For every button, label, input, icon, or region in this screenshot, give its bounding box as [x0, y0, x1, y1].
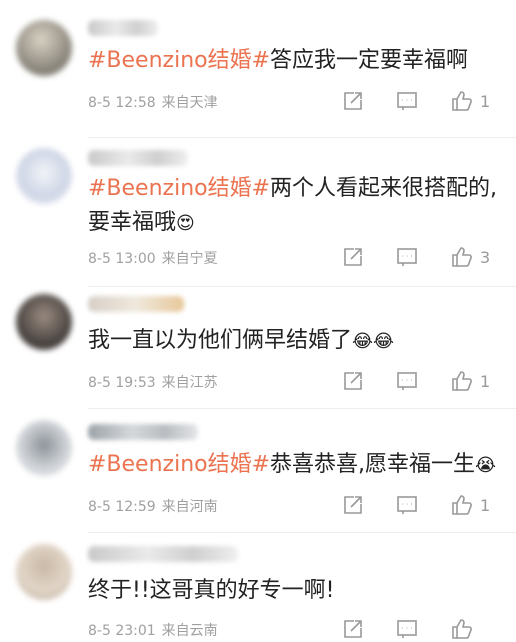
avatar[interactable]: [16, 420, 72, 476]
comment-time: 8-5 19:53: [88, 375, 156, 391]
like-button[interactable]: 1: [450, 368, 490, 394]
comment-icon: [397, 92, 417, 110]
username-blurred[interactable]: [88, 20, 158, 36]
laughing-emoji: 😂😂: [352, 331, 395, 352]
comment-icon: [397, 620, 417, 638]
comment-meta: 8-5 12:59 来自河南: [88, 496, 224, 516]
like-count: 3: [480, 247, 491, 267]
comment-item: #Beenzino结婚#恭喜恭喜,愿幸福一生😭 8-5 12:59 来自河南 1: [0, 410, 516, 534]
topic-link[interactable]: #Beenzino结婚#: [88, 176, 270, 201]
username-blurred[interactable]: [88, 296, 184, 312]
topic-link[interactable]: #Beenzino结婚#: [88, 452, 270, 477]
comment-actions: 1: [332, 368, 502, 394]
comment-text: 我一直以为他们俩早结婚了😂😂: [88, 324, 496, 358]
heart-eyes-emoji: 😍: [176, 213, 195, 234]
thumbs-up-icon: [452, 91, 472, 111]
thumbs-up-icon: [452, 247, 472, 267]
comment-button[interactable]: [396, 88, 418, 114]
comment-item: #Beenzino结婚#答应我一定要幸福啊 8-5 12:58 来自天津 1: [0, 0, 516, 140]
username-blurred[interactable]: [88, 150, 188, 166]
comment-icon: [397, 372, 417, 390]
thumbs-up-icon: [452, 371, 472, 391]
share-button[interactable]: [342, 244, 364, 270]
comment-meta: 8-5 19:53 来自江苏: [88, 372, 224, 392]
divider: [88, 532, 516, 533]
comment-meta: 8-5 13:00 来自宁夏: [88, 248, 224, 268]
comment-icon: [397, 248, 417, 266]
like-button[interactable]: 1: [450, 88, 490, 114]
comment-button[interactable]: [396, 492, 418, 518]
share-button[interactable]: [342, 88, 364, 114]
comment-actions: 3: [332, 244, 502, 270]
comment-time: 8-5 12:58: [88, 95, 156, 111]
comment-time: 8-5 13:00: [88, 251, 156, 267]
comment-body: 终于!!这哥真的好专一啊!: [88, 578, 335, 603]
comment-actions: 1: [332, 492, 502, 518]
comment-meta: 8-5 12:58 来自天津: [88, 92, 224, 112]
comment-text: 终于!!这哥真的好专一啊!: [88, 574, 496, 607]
comment-location: 来自河南: [161, 499, 218, 515]
comment-location: 来自云南: [161, 623, 218, 639]
avatar[interactable]: [16, 148, 72, 204]
username-blurred[interactable]: [88, 424, 198, 440]
like-button[interactable]: 3: [450, 244, 490, 270]
comment-meta: 8-5 23:01 来自云南: [88, 620, 224, 640]
like-button[interactable]: 1: [450, 492, 490, 518]
like-count: 1: [480, 495, 491, 515]
like-count: 1: [480, 91, 491, 111]
comment-time: 8-5 23:01: [88, 623, 156, 639]
comment-icon: [397, 496, 417, 514]
thumbs-up-icon: [452, 619, 472, 639]
like-button[interactable]: [450, 616, 480, 642]
comment-item: 我一直以为他们俩早结婚了😂😂 8-5 19:53 来自江苏 1: [0, 288, 516, 410]
share-button[interactable]: [342, 492, 364, 518]
avatar[interactable]: [16, 294, 72, 350]
comment-actions: 1: [332, 88, 502, 114]
username-blurred[interactable]: [88, 546, 238, 562]
share-icon: [344, 248, 362, 266]
comment-body-line2: 要幸福哦: [88, 210, 177, 235]
avatar[interactable]: [16, 20, 72, 76]
comment-text: #Beenzino结婚#答应我一定要幸福啊: [88, 44, 496, 77]
share-icon: [344, 620, 362, 638]
comment-text-line2: 要幸福哦😍: [88, 206, 496, 240]
avatar[interactable]: [16, 544, 72, 600]
share-button[interactable]: [342, 616, 364, 642]
share-button[interactable]: [342, 368, 364, 394]
comment-body: 恭喜恭喜,愿幸福一生: [270, 452, 476, 477]
comment-item: #Beenzino结婚#两个人看起来很搭配的, 要幸福哦😍 8-5 13:00 来…: [0, 140, 516, 288]
comment-actions: [332, 616, 502, 642]
like-count: 1: [480, 371, 491, 391]
thumbs-up-icon: [452, 495, 472, 515]
topic-link[interactable]: #Beenzino结婚#: [88, 48, 270, 73]
share-icon: [344, 372, 362, 390]
comment-location: 来自天津: [161, 95, 218, 111]
comment-location: 来自江苏: [161, 375, 218, 391]
comment-item: 终于!!这哥真的好专一啊! 8-5 23:01 来自云南: [0, 534, 516, 640]
share-icon: [344, 92, 362, 110]
comment-body: 我一直以为他们俩早结婚了: [88, 328, 353, 353]
comment-body: 答应我一定要幸福啊: [270, 48, 469, 73]
crying-emoji: 😭: [475, 455, 497, 476]
comment-body: 两个人看起来很搭配的,: [270, 176, 498, 201]
comment-button[interactable]: [396, 616, 418, 642]
divider: [88, 137, 516, 138]
comment-text: #Beenzino结婚#两个人看起来很搭配的,: [88, 172, 498, 205]
comment-text: #Beenzino结婚#恭喜恭喜,愿幸福一生😭: [88, 448, 496, 482]
divider: [88, 408, 516, 409]
divider: [88, 286, 516, 287]
comment-button[interactable]: [396, 368, 418, 394]
share-icon: [344, 496, 362, 514]
comment-button[interactable]: [396, 244, 418, 270]
comment-location: 来自宁夏: [161, 251, 218, 267]
comment-time: 8-5 12:59: [88, 499, 156, 515]
